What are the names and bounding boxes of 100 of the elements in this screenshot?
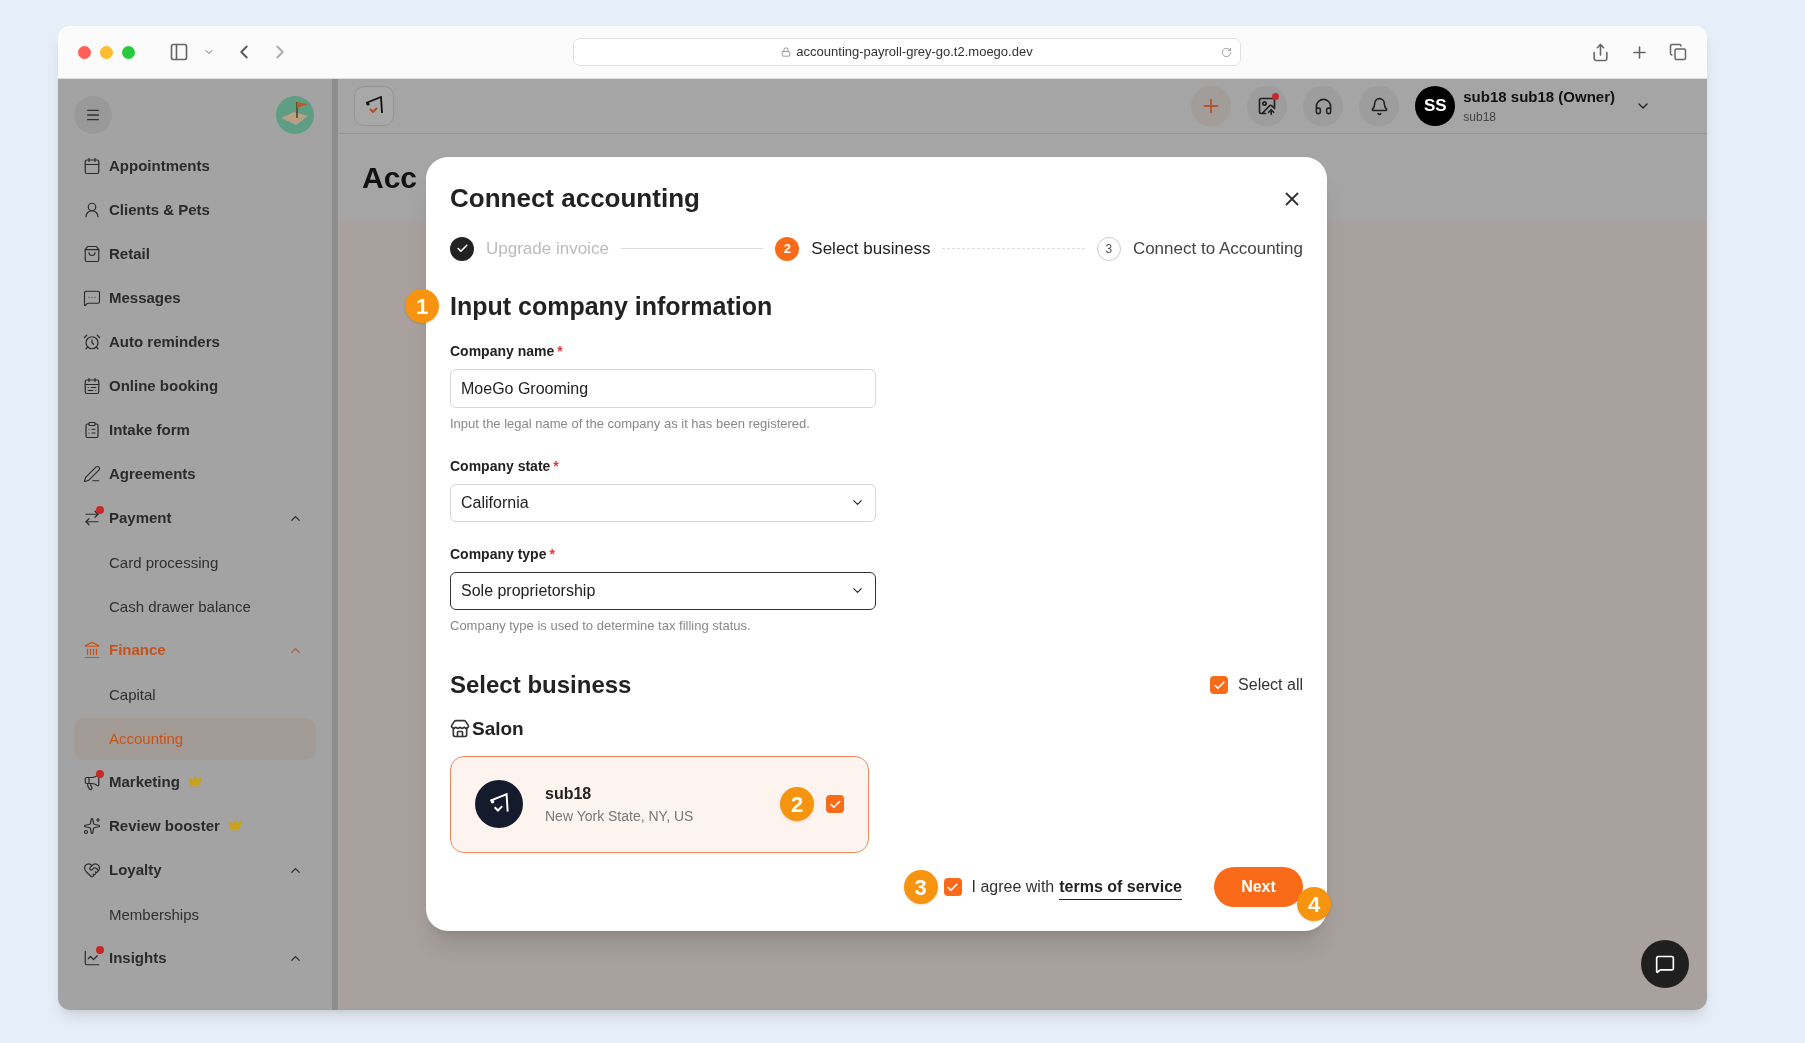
user-avatar[interactable]: SS <box>1415 86 1456 126</box>
page-title: Acc <box>362 160 418 196</box>
terms-link[interactable]: terms of service <box>1059 874 1182 900</box>
help-text: Input the legal name of the company as it has been registered. <box>450 415 811 433</box>
step-label: Upgrade invoice <box>486 238 609 260</box>
sidebar-subitem[interactable]: Memberships <box>74 894 316 936</box>
clipboard-icon <box>83 421 101 439</box>
calendar-icon <box>83 377 101 395</box>
lock-icon <box>781 47 792 57</box>
sidebar-item-label: Payment <box>109 507 172 528</box>
app-logo-button[interactable] <box>354 86 394 126</box>
step-marker: 3 <box>903 870 938 904</box>
sidebar-item-label: Marketing <box>109 771 180 792</box>
step-number: 2 <box>775 236 800 261</box>
sidebar-item[interactable]: Intake form <box>74 408 316 452</box>
check-icon <box>828 797 842 811</box>
sidebar-subitem[interactable]: Card processing <box>74 542 316 584</box>
sidebar-item[interactable]: Auto reminders <box>74 320 316 364</box>
checkbox[interactable] <box>943 878 962 896</box>
alarm-clock-icon <box>83 333 101 351</box>
select-all-label: Select all <box>1238 675 1303 695</box>
sidebar-item[interactable]: Payment <box>74 496 316 540</box>
sidebar-item-label: Finance <box>109 639 166 660</box>
headset-icon <box>1313 96 1333 116</box>
sidebar-item[interactable]: Marketing <box>74 760 316 804</box>
notifications-button[interactable] <box>1359 86 1400 126</box>
menu-button[interactable] <box>74 96 112 134</box>
bag-icon <box>83 245 101 263</box>
select-field[interactable]: California <box>450 483 876 522</box>
section-title: Input company information <box>450 290 773 322</box>
chat-icon <box>1655 954 1675 974</box>
chat-button[interactable] <box>1641 940 1689 988</box>
user-name: sub18 sub18 (Owner) <box>1463 86 1615 107</box>
tabs-icon[interactable] <box>1669 43 1687 61</box>
checkbox[interactable] <box>1210 676 1229 694</box>
store-icon <box>450 719 470 740</box>
business-address: New York State, NY, US <box>545 806 694 826</box>
url-text: accounting-payroll-grey-go.t2.moego.dev <box>796 43 1033 62</box>
sidebar-item[interactable]: Agreements <box>74 452 316 496</box>
required-mark: * <box>549 544 555 564</box>
book-flag-logo-icon <box>276 96 314 134</box>
sidebar-item[interactable]: Insights <box>74 936 316 980</box>
input-field[interactable]: MoeGo Grooming <box>450 369 876 408</box>
sparkles-icon <box>83 817 101 835</box>
check-icon <box>946 880 960 894</box>
message-icon <box>83 289 101 307</box>
sidebar-item-label: Messages <box>109 287 181 308</box>
step-marker: 1 <box>405 289 439 324</box>
sidebar-item[interactable]: Loyalty <box>74 848 316 892</box>
sidebar-item-label: Appointments <box>109 155 210 176</box>
sidebar-item-label: Agreements <box>109 463 196 484</box>
sidebar-item[interactable]: Messages <box>74 276 316 320</box>
sidebar-item[interactable]: Retail <box>74 232 316 276</box>
sidebar-item-label: Review booster <box>109 815 220 836</box>
step-label: Connect to Accounting <box>1132 238 1303 260</box>
calendar-icon <box>83 157 101 175</box>
dialog-title: Connect accounting <box>450 182 700 215</box>
sidebar-subitem[interactable]: Capital <box>74 674 316 716</box>
select-field[interactable]: Sole proprietorship <box>450 571 876 610</box>
group-label: Salon <box>472 717 524 741</box>
sidebar-item-label: Online booking <box>109 375 219 396</box>
bell-icon <box>1369 96 1389 116</box>
help-text: Company type is used to determine tax filling status. <box>450 616 752 635</box>
field-label-text: Company name <box>450 342 555 361</box>
sidebar-item-label: Insights <box>109 947 167 968</box>
section-title: Select business <box>450 670 632 700</box>
megaphone-icon <box>83 773 101 791</box>
address-bar[interactable]: accounting-payroll-grey-go.t2.moego.dev <box>573 38 1241 66</box>
next-button[interactable]: Next <box>1214 867 1303 907</box>
user-business: sub18 <box>1463 109 1497 127</box>
business-name: sub18 <box>545 783 593 804</box>
close-window-button[interactable] <box>78 45 91 59</box>
checkbox[interactable] <box>826 795 844 813</box>
check-icon <box>1212 678 1226 692</box>
pen-icon <box>83 465 101 483</box>
support-button[interactable] <box>1303 86 1344 126</box>
sidebar-item[interactable]: Clients & Pets <box>74 188 316 232</box>
sidebar-item-label: Retail <box>109 243 150 264</box>
field-label-text: Company type <box>450 544 547 564</box>
required-mark: * <box>553 456 559 476</box>
sidebar-toggle-icon[interactable] <box>169 42 189 62</box>
sidebar-item-label: Clients & Pets <box>109 199 210 220</box>
sidebar-item-label: Intake form <box>109 419 190 440</box>
upload-icon <box>1257 96 1278 116</box>
sidebar-subitem[interactable]: Cash drawer balance <box>74 586 316 628</box>
sidebar-item[interactable]: Review booster <box>74 804 316 848</box>
arrows-icon <box>83 509 101 527</box>
field-label-text: Company state <box>450 456 551 476</box>
sidebar-item[interactable]: Online booking <box>74 364 316 408</box>
step-marker: 4 <box>1297 887 1331 921</box>
step-marker: 2 <box>780 787 814 821</box>
step-label: Select business <box>811 238 931 260</box>
share-icon[interactable] <box>1591 42 1610 62</box>
business-card[interactable]: sub18 New York State, NY, US 2 <box>450 755 869 853</box>
sidebar-item[interactable]: Appointments <box>74 144 316 188</box>
agree-text: I agree with <box>971 877 1055 897</box>
sidebar-item-label: Loyalty <box>109 859 162 880</box>
upload-button[interactable] <box>1247 86 1288 126</box>
menu-icon <box>85 107 101 123</box>
sidebar-item-label: Auto reminders <box>109 331 220 352</box>
